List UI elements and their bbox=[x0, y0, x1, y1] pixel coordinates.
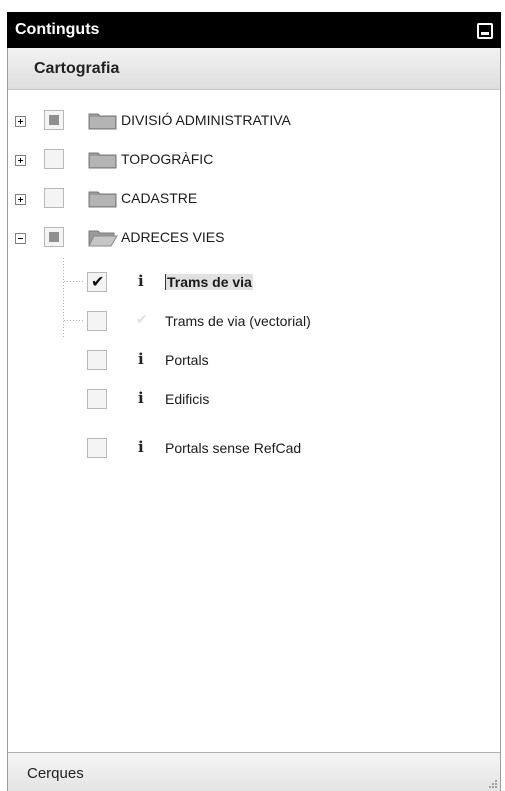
folder-label: DIVISIÓ ADMINISTRATIVA bbox=[121, 112, 291, 128]
layer-checkbox[interactable]: ✔ bbox=[87, 272, 107, 292]
info-icon[interactable]: i bbox=[138, 438, 144, 456]
layer-row-portals-sense-refcad[interactable]: i Portals sense RefCad bbox=[8, 436, 500, 462]
folder-row-adreces-vies[interactable]: ADRECES VIES bbox=[8, 225, 500, 251]
folder-icon bbox=[88, 152, 117, 169]
layer-row-trams-de-via-vectorial[interactable]: ✔ Trams de via (vectorial) bbox=[8, 309, 500, 335]
folder-label: CADASTRE bbox=[121, 190, 198, 206]
expand-plus-icon[interactable] bbox=[15, 116, 26, 127]
layer-label[interactable]: Portals bbox=[165, 352, 209, 368]
contents-panel: Continguts Cartografia DIVISIÓ ADMINISTR… bbox=[7, 12, 501, 791]
layer-row-portals[interactable]: i Portals bbox=[8, 348, 500, 374]
folder-row-topografic[interactable]: TOPOGRÀFIC bbox=[8, 147, 500, 173]
folder-checkbox[interactable] bbox=[44, 227, 64, 247]
layer-row-trams-de-via[interactable]: ✔ i Trams de via bbox=[8, 270, 500, 296]
expand-plus-icon[interactable] bbox=[15, 194, 26, 205]
layer-label[interactable]: Edificis bbox=[165, 391, 209, 407]
layer-label[interactable]: Portals sense RefCad bbox=[165, 440, 301, 456]
layer-row-edificis[interactable]: i Edificis bbox=[8, 387, 500, 413]
tree-guides bbox=[63, 258, 84, 338]
folder-checkbox[interactable] bbox=[44, 149, 64, 169]
layer-checkbox[interactable] bbox=[87, 350, 107, 370]
section-header-cartografia[interactable]: Cartografia bbox=[8, 48, 500, 90]
expand-plus-icon[interactable] bbox=[15, 155, 26, 166]
layer-checkbox[interactable] bbox=[87, 438, 107, 458]
panel-title: Continguts bbox=[15, 21, 100, 38]
collapse-minus-icon[interactable] bbox=[15, 233, 26, 244]
section-header-cerques[interactable]: Cerques bbox=[8, 752, 500, 791]
info-icon[interactable]: i bbox=[138, 389, 144, 407]
folder-label: TOPOGRÀFIC bbox=[121, 151, 214, 167]
folder-row-divisio-administrativa[interactable]: DIVISIÓ ADMINISTRATIVA bbox=[8, 108, 500, 134]
folder-icon bbox=[88, 113, 117, 130]
layer-label-selected[interactable]: Trams de via bbox=[165, 274, 253, 290]
folder-label: ADRECES VIES bbox=[121, 229, 225, 245]
resize-grip-icon[interactable] bbox=[486, 777, 498, 789]
panel-header: Continguts bbox=[7, 12, 501, 48]
info-icon[interactable]: i bbox=[138, 350, 144, 368]
layer-label[interactable]: Trams de via (vectorial) bbox=[165, 313, 311, 329]
folder-checkbox[interactable] bbox=[44, 110, 64, 130]
footer-title: Cerques bbox=[27, 765, 84, 782]
section-title: Cartografia bbox=[34, 60, 120, 77]
info-icon[interactable]: i bbox=[138, 272, 144, 290]
disabled-check-icon: ✔ bbox=[136, 311, 148, 327]
folder-icon bbox=[88, 191, 117, 208]
folder-row-cadastre[interactable]: CADASTRE bbox=[8, 186, 500, 212]
layer-checkbox[interactable] bbox=[87, 311, 107, 331]
folder-open-icon bbox=[88, 230, 118, 247]
minimize-icon[interactable] bbox=[477, 23, 493, 39]
folder-checkbox[interactable] bbox=[44, 188, 64, 208]
layer-checkbox[interactable] bbox=[87, 389, 107, 409]
checkmark-icon: ✔ bbox=[91, 274, 105, 291]
